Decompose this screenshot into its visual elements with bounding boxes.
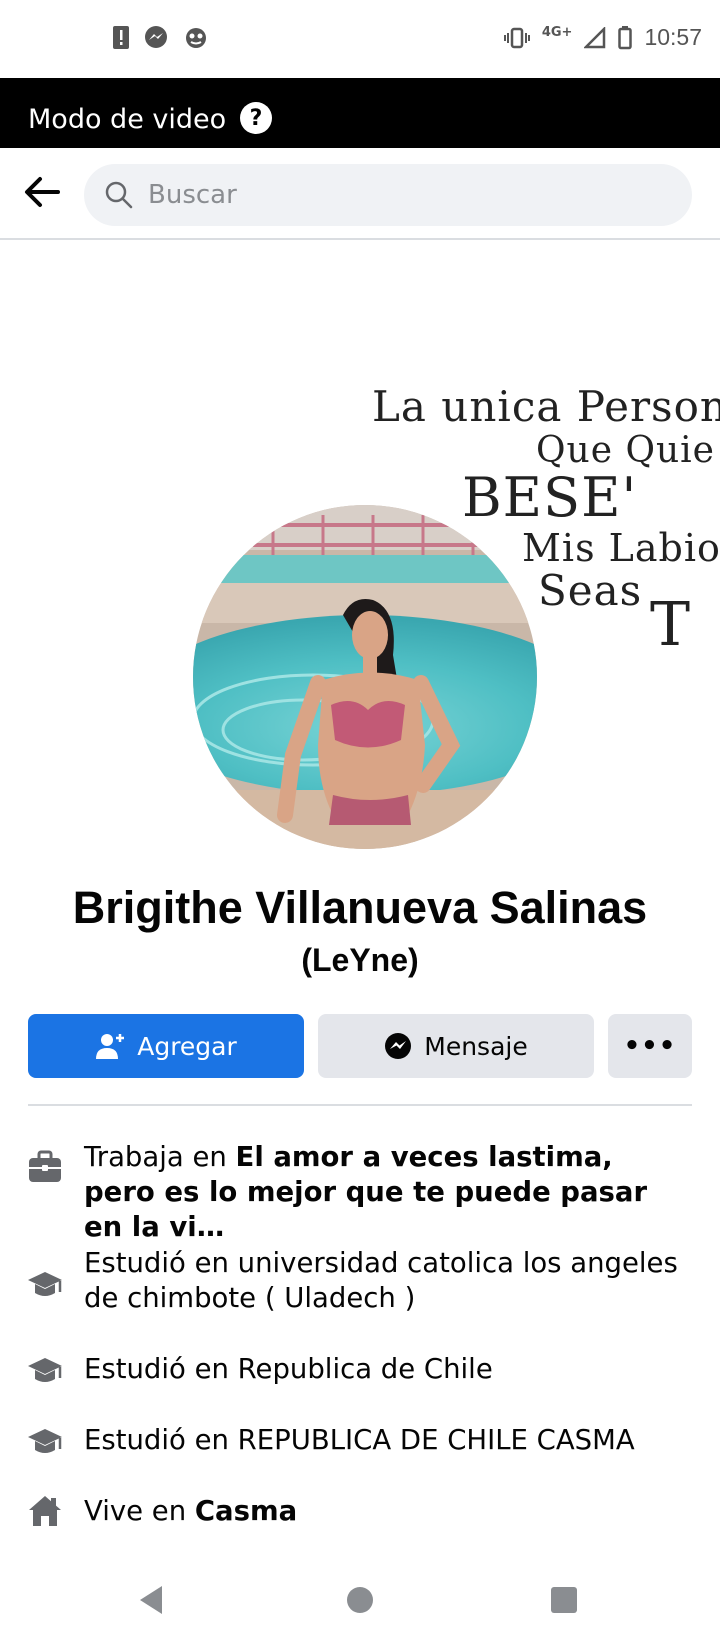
search-input[interactable]: [148, 164, 668, 226]
add-friend-label: Agregar: [137, 1031, 237, 1061]
video-mode-label: Modo de video: [28, 104, 227, 135]
cover-text-line-4: Mis Labios: [522, 526, 720, 570]
divider: [28, 1104, 692, 1106]
nav-home-icon[interactable]: [342, 1582, 378, 1618]
graduation-cap-icon: [28, 1272, 62, 1296]
add-friend-button[interactable]: Agregar: [28, 1014, 304, 1078]
profile-picture[interactable]: [188, 500, 542, 854]
info-education-1-text: Estudió en universidad catolica los ange…: [84, 1247, 678, 1314]
info-work-text: Trabaja en El amor a veces lastima, pero…: [84, 1141, 648, 1243]
graduation-cap-icon: [28, 1429, 62, 1453]
nav-recents-icon[interactable]: [546, 1582, 582, 1618]
profile-photo-image: [193, 505, 537, 849]
video-mode-banner: Modo de video ?: [0, 78, 720, 148]
search-box[interactable]: [84, 164, 692, 226]
messenger-notification-icon: [145, 26, 167, 48]
city-link[interactable]: Casma: [195, 1495, 297, 1527]
info-education-3-text: Estudió en REPUBLICA DE CHILE CASMA: [84, 1424, 635, 1456]
back-arrow-icon[interactable]: [22, 172, 62, 212]
more-options-button[interactable]: •••: [608, 1014, 692, 1078]
briefcase-icon: [29, 1150, 61, 1182]
search-icon: [105, 181, 133, 209]
cover-text-line-1: La unica Person: [372, 382, 720, 431]
alert-icon: [113, 26, 129, 49]
network-type: 4G+: [541, 25, 573, 40]
cover-text-line-6: T: [650, 590, 692, 660]
info-education-2-text: Estudió en Republica de Chile: [84, 1353, 493, 1385]
more-options-icon: •••: [623, 1031, 677, 1061]
battery-icon: [618, 25, 633, 49]
app-notification-icon: [186, 28, 206, 48]
nav-back-icon[interactable]: [134, 1582, 170, 1618]
add-friend-icon: [96, 1034, 125, 1059]
system-status: 4G+ 10:57: [503, 24, 702, 51]
profile-name: Brigithe Villanueva Salinas: [72, 882, 648, 933]
clock: 10:57: [644, 24, 702, 50]
cover-text-line-5: Seas: [538, 566, 643, 615]
notification-icons: [112, 24, 210, 50]
info-lives-text: Vive en Casma: [84, 1495, 298, 1527]
search-header: [0, 148, 720, 240]
message-label: Mensaje: [424, 1031, 528, 1061]
cover-text-line-2: Que Quie: [536, 430, 715, 471]
vibrate-icon: [503, 27, 530, 48]
profile-alternate-name: (LeYne): [301, 942, 419, 978]
message-button[interactable]: Mensaje: [318, 1014, 594, 1078]
status-bar: 4G+ 10:57: [0, 0, 720, 78]
signal-icon: [584, 26, 606, 48]
graduation-cap-icon: [28, 1358, 62, 1382]
system-navigation-bar: [0, 1560, 720, 1640]
messenger-icon: [385, 1033, 412, 1059]
help-icon[interactable]: ?: [240, 102, 272, 134]
cover-text-line-3: BESE': [462, 466, 638, 529]
home-icon: [29, 1496, 61, 1526]
